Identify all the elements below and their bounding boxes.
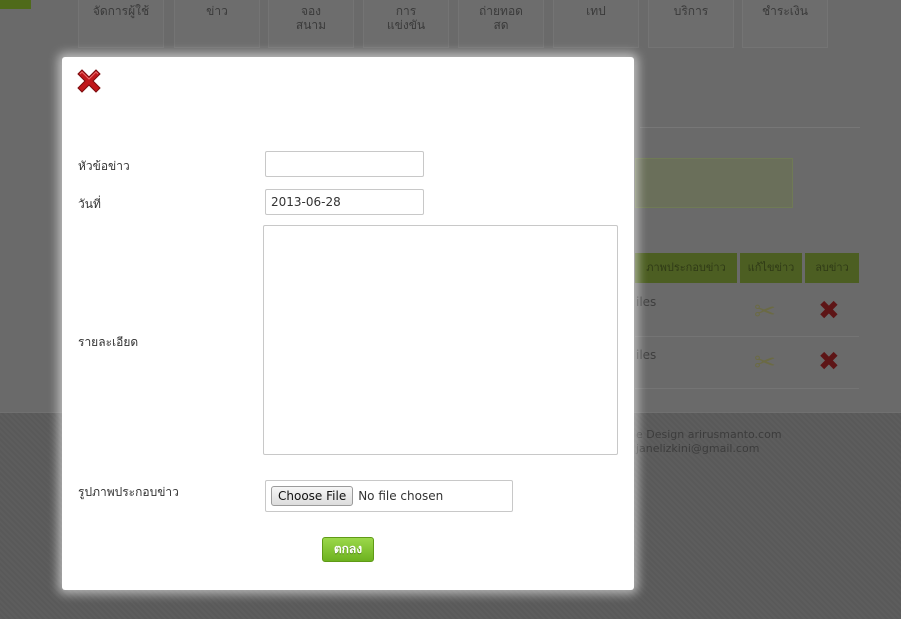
- image-label: รูปภาพประกอบข่าว: [78, 485, 179, 499]
- nav-item-competition[interactable]: การแข่งขัน: [363, 0, 449, 48]
- nav-item-live[interactable]: ถ่ายทอดสด: [458, 0, 544, 48]
- delete-x-icon[interactable]: ✖: [818, 297, 840, 325]
- header-accent-bar: [0, 0, 31, 9]
- nav-item-news[interactable]: ข่าว: [174, 0, 260, 48]
- edit-tools-icon[interactable]: ✂: [754, 349, 776, 377]
- notice-box: [635, 158, 793, 208]
- edit-tools-icon[interactable]: ✂: [754, 298, 776, 326]
- footer-credit: e Design arirusmanto.com: [636, 428, 782, 441]
- submit-button[interactable]: ตกลง: [322, 537, 374, 562]
- nav-item-user-manage[interactable]: จัดการผู้ใช้: [78, 0, 164, 48]
- add-news-dialog: หัวข้อข่าว วันที่ รายละเอียด รูปภาพประกอ…: [62, 57, 634, 590]
- date-input[interactable]: [265, 189, 424, 215]
- detail-textarea[interactable]: [263, 225, 618, 455]
- footer-email: janelizkini@gmail.com: [636, 442, 760, 455]
- table-cell-image: iles: [636, 295, 657, 309]
- delete-x-icon[interactable]: ✖: [818, 348, 840, 376]
- table-header-image: ภาพประกอบข่าว: [635, 253, 737, 283]
- divider: [640, 127, 860, 128]
- file-status: No file chosen: [358, 489, 444, 503]
- table-header-edit: แก้ไขข่าว: [740, 253, 802, 283]
- table-header-delete: ลบข่าว: [805, 253, 859, 283]
- nav-item-service[interactable]: บริการ: [648, 0, 734, 48]
- detail-label: รายละเอียด: [78, 335, 139, 349]
- nav-item-booking[interactable]: จองสนาม: [268, 0, 354, 48]
- table-cell-image: iles: [636, 348, 657, 362]
- nav-item-payment[interactable]: ชำระเงิน: [742, 0, 828, 48]
- choose-file-button[interactable]: Choose File: [271, 486, 354, 506]
- title-label: หัวข้อข่าว: [78, 159, 130, 173]
- file-input[interactable]: Choose File No file chosen: [265, 480, 513, 512]
- nav-item-tape[interactable]: เทป: [553, 0, 639, 48]
- close-x-icon[interactable]: [74, 67, 104, 97]
- date-label: วันที่: [78, 197, 101, 211]
- title-input[interactable]: [265, 151, 424, 177]
